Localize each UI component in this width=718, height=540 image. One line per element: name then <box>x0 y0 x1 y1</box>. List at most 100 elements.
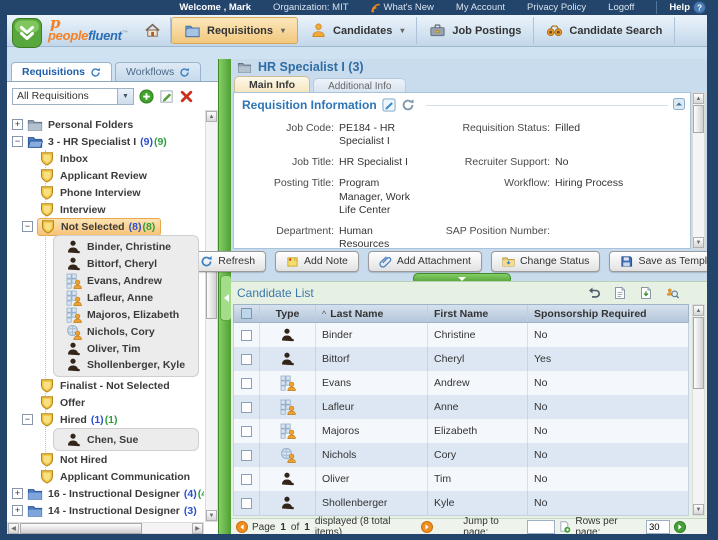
vertical-splitter[interactable] <box>218 59 231 534</box>
tree-item[interactable]: Offer <box>7 394 204 411</box>
candidate-row[interactable]: Lafleur Anne No <box>233 395 689 419</box>
row-checkbox[interactable] <box>234 347 260 371</box>
main-info-scrollbar[interactable]: ▲ ▼ <box>692 92 705 249</box>
rows-per-page-go-button[interactable] <box>674 521 686 533</box>
tree-item[interactable]: Majoros, Elizabeth <box>53 306 199 323</box>
tree-expander-icon[interactable] <box>12 488 23 499</box>
nav-tab[interactable]: Candidate Search <box>534 17 675 44</box>
row-checkbox[interactable] <box>234 371 260 395</box>
tree-expander-icon[interactable] <box>12 136 23 147</box>
privacy-policy-link[interactable]: Privacy Policy <box>527 2 586 13</box>
refresh-icon[interactable] <box>90 67 101 78</box>
add-folder-button[interactable] <box>139 89 154 104</box>
tree-item[interactable]: Evans, Andrew <box>53 272 199 289</box>
tree-item[interactable]: Oliver, Tim <box>53 340 199 357</box>
scroll-left-icon[interactable]: ◀ <box>8 523 19 534</box>
my-account-link[interactable]: My Account <box>456 2 505 13</box>
jump-to-page-input[interactable] <box>527 520 555 534</box>
tree-item[interactable]: Interview <box>7 201 204 218</box>
row-checkbox[interactable] <box>234 395 260 419</box>
help-button[interactable]: Help ? <box>656 1 706 14</box>
scrollbar-thumb[interactable] <box>693 317 704 389</box>
candidate-toolbar-icon[interactable] <box>665 286 679 300</box>
scroll-down-icon[interactable]: ▼ <box>693 504 704 515</box>
scrollbar-thumb[interactable] <box>693 105 704 133</box>
jump-go-button[interactable] <box>559 521 571 533</box>
tab-additional-info[interactable]: Additional Info <box>313 78 406 93</box>
logoff-link[interactable]: Logoff <box>608 2 634 13</box>
tree-item[interactable]: Not Selected(8)(8) <box>7 218 204 235</box>
tree-item[interactable]: 3 - HR Specialist I(9)(9) <box>7 133 204 150</box>
candidate-row[interactable]: Majoros Elizabeth No <box>233 419 689 443</box>
home-button[interactable] <box>135 17 171 44</box>
tree-expander-icon[interactable] <box>22 221 33 232</box>
refresh-requisition-icon[interactable] <box>401 98 415 112</box>
candidate-row[interactable]: Bittorf Cheryl Yes <box>233 347 689 371</box>
column-header-first-name[interactable]: First Name <box>428 305 528 322</box>
nav-tab[interactable]: Requisitions <box>171 17 298 44</box>
tree-item[interactable]: 16 - Instructional Designer(4)(4) <box>7 485 204 502</box>
action-button[interactable]: Save as Template <box>609 251 707 272</box>
scroll-down-icon[interactable]: ▼ <box>206 510 217 521</box>
previous-page-button[interactable] <box>236 521 248 533</box>
tree-item[interactable]: Applicant Communication <box>7 468 204 485</box>
tree-item[interactable]: Nichols, Cory <box>53 323 199 340</box>
candidate-row[interactable]: Shollenberger Kyle No <box>233 491 689 515</box>
tree-expander-icon[interactable] <box>22 414 33 425</box>
scroll-up-icon[interactable]: ▲ <box>693 305 704 316</box>
action-button[interactable]: Change Status <box>491 251 600 272</box>
column-header-sponsorship[interactable]: Sponsorship Required <box>528 305 688 322</box>
nav-tab[interactable]: Candidates <box>298 17 417 44</box>
requisition-filter-select[interactable]: All Requisitions ▼ <box>12 88 134 105</box>
tree-item[interactable]: Personal Folders <box>7 116 204 133</box>
row-checkbox[interactable] <box>234 491 260 515</box>
tree-item[interactable]: Hired(1)(1) <box>7 411 204 428</box>
column-header-last-name[interactable]: ^ Last Name <box>316 305 428 322</box>
tree-item[interactable]: Chen, Sue <box>53 428 199 451</box>
scroll-up-icon[interactable]: ▲ <box>693 93 704 104</box>
candidate-row[interactable]: Nichols Cory No <box>233 443 689 467</box>
row-checkbox[interactable] <box>234 419 260 443</box>
rows-per-page-input[interactable] <box>646 520 670 534</box>
row-checkbox[interactable] <box>234 467 260 491</box>
scroll-right-icon[interactable]: ▶ <box>192 523 203 534</box>
candidate-toolbar-icon[interactable] <box>639 286 653 300</box>
select-all-checkbox[interactable] <box>234 305 260 322</box>
edit-requisition-icon[interactable] <box>382 98 396 112</box>
tree-item[interactable]: Finalist - Not Selected <box>7 377 204 394</box>
action-button[interactable]: Add Attachment <box>368 251 482 272</box>
row-checkbox[interactable] <box>234 323 260 347</box>
nav-tab[interactable]: Job Postings <box>417 17 534 44</box>
action-button[interactable]: Add Note <box>275 251 359 272</box>
scrollbar-thumb[interactable] <box>20 523 142 534</box>
tree-item[interactable]: Phone Interview <box>7 184 204 201</box>
refresh-icon[interactable] <box>179 67 190 78</box>
column-header-type[interactable]: Type <box>260 305 316 322</box>
tree-item[interactable]: Shollenberger, Kyle <box>53 357 199 377</box>
tree-item[interactable]: Bittorf, Cheryl <box>53 255 199 272</box>
tree-item[interactable]: Applicant Review <box>7 167 204 184</box>
candidate-row[interactable]: Binder Christine No <box>233 323 689 347</box>
sidebar-horizontal-scrollbar[interactable]: ◀ ▶ <box>7 522 204 534</box>
candidate-row[interactable]: Oliver Tim No <box>233 467 689 491</box>
sidebar-vertical-scrollbar[interactable]: ▲ ▼ <box>205 110 218 522</box>
collapse-panel-icon[interactable] <box>673 98 685 110</box>
candidate-toolbar-icon[interactable] <box>587 286 601 300</box>
scroll-up-icon[interactable]: ▲ <box>206 111 217 122</box>
tab-main-info[interactable]: Main Info <box>234 76 310 93</box>
action-button[interactable]: Refresh <box>189 251 266 272</box>
tree-item[interactable]: 14 - Instructional Designer(3) <box>7 502 204 519</box>
scroll-down-icon[interactable]: ▼ <box>693 237 704 248</box>
tree-item[interactable]: Inbox <box>7 150 204 167</box>
tree-expander-icon[interactable] <box>12 505 23 516</box>
candidate-table-scrollbar[interactable]: ▲ ▼ <box>692 304 705 516</box>
candidate-toolbar-icon[interactable] <box>613 286 627 300</box>
tab-requisitions[interactable]: Requisitions <box>11 62 112 81</box>
delete-folder-button[interactable] <box>179 89 194 104</box>
next-page-button[interactable] <box>421 521 433 533</box>
tree-item[interactable]: Lafleur, Anne <box>53 289 199 306</box>
edit-folder-button[interactable] <box>159 89 174 104</box>
tree-item[interactable]: Not Hired <box>7 451 204 468</box>
whats-new-link[interactable]: What's New <box>371 2 434 13</box>
row-checkbox[interactable] <box>234 443 260 467</box>
